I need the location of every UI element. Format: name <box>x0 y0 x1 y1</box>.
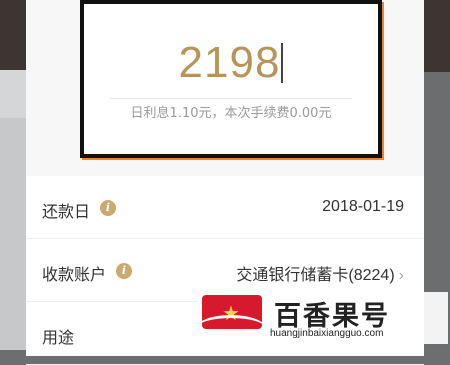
amount-card: 2198 日利息1.10元，本次手续费0.00元 <box>80 0 382 158</box>
repayment-date-row[interactable]: 还款日 i 2018-01-19 <box>26 176 424 239</box>
receiving-account-value: 交通银行储蓄卡(8224) <box>236 267 395 284</box>
background-left <box>0 0 26 350</box>
receiving-account-label: 收款账户 <box>42 265 107 284</box>
swoosh-icon <box>202 315 262 329</box>
amount-divider <box>110 98 352 99</box>
amount-input[interactable]: 2198 <box>84 38 378 88</box>
interest-info: 日利息1.10元，本次手续费0.00元 <box>130 106 332 121</box>
repayment-date-value: 2018-01-19 <box>322 198 404 215</box>
watermark-logo: ★ <box>202 295 262 329</box>
amount-value: 2198 <box>178 38 281 87</box>
purpose-label: 用途 <box>42 328 75 347</box>
chevron-right-icon: › <box>398 267 404 284</box>
receiving-account-value-wrap: 交通银行储蓄卡(8224) › <box>236 261 404 285</box>
info-icon[interactable]: i <box>116 263 132 279</box>
watermark: ★ 百香果号 huangjinbaixiangguo.com <box>198 292 448 344</box>
info-icon[interactable]: i <box>100 200 116 216</box>
repayment-date-label: 还款日 <box>42 202 91 221</box>
watermark-url: huangjinbaixiangguo.com <box>270 328 384 339</box>
text-caret <box>281 43 284 83</box>
